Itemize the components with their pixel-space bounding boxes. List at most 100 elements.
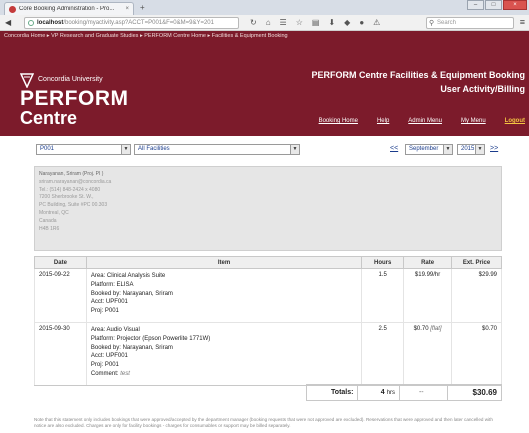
item-area: Area: Clinical Analysis Suite xyxy=(90,273,166,279)
address-line: sriram.narayanan@concordia.ca xyxy=(39,178,112,185)
account-value: P001 xyxy=(40,146,55,152)
row-rate: $0.70 [flat] xyxy=(403,322,453,386)
concordia-logo-icon xyxy=(20,73,34,88)
facility-value: All Facilities xyxy=(138,146,170,152)
university-name: Concordia University xyxy=(38,76,103,83)
download-icon[interactable]: ⬇ xyxy=(328,18,335,27)
search-input[interactable]: ⚲ Search xyxy=(426,17,514,29)
item-acct: Acct: UPF001 xyxy=(90,353,128,360)
item-booked-by: Booked by: Narayanan, Sriram xyxy=(90,344,173,351)
column-header-ext-price: Ext. Price xyxy=(451,256,502,269)
menu-icon[interactable]: ≡ xyxy=(520,17,525,27)
row-date: 2015-09-22 xyxy=(34,268,87,323)
close-window-button[interactable]: × xyxy=(503,0,527,10)
row-ext-price: $29.99 xyxy=(451,268,502,323)
footnote: Note that this statement only includes b… xyxy=(34,417,493,428)
row-date: 2015-09-30 xyxy=(34,322,87,386)
month-value: September xyxy=(409,146,439,152)
site-header: Concordia University PERFORM Centre PERF… xyxy=(0,50,529,136)
bookmark-star-icon[interactable]: ☆ xyxy=(296,18,303,27)
header-nav: Booking Home Help Admin Menu My Menu Log… xyxy=(319,118,525,124)
browser-tabstrip: Core Booking Administration - Pro... × +… xyxy=(0,0,529,15)
item-proj: Proj: P001 xyxy=(90,308,119,315)
row-item: Area: Audio Visual Platform: Projector (… xyxy=(85,322,363,386)
logo-centre: Centre xyxy=(20,108,78,128)
browser-toolbar: ↻ ⌂ ☰ ☆ ▤ ⬇ ◆ ● ⚠ xyxy=(250,18,380,27)
row-rate: $19.99/hr xyxy=(403,268,453,323)
column-header-rate: Rate xyxy=(403,256,453,269)
home-icon[interactable]: ⌂ xyxy=(266,18,271,27)
totals-hours-unit: hrs xyxy=(386,389,396,396)
table-header-row: Date Item Hours Rate Ext. Price xyxy=(34,256,502,269)
item-comment: Comment: test xyxy=(91,370,357,379)
address-line: Tel.: (514) 848-2424 x 4080 xyxy=(39,186,101,193)
table-row: 2015-09-22 Area: Clinical Analysis Suite… xyxy=(34,268,502,323)
address-line: PC Building, Suite #PC 00.303 xyxy=(39,202,108,209)
chevron-down-icon: ▼ xyxy=(443,145,452,154)
totals-hours: 4 hrs xyxy=(358,385,401,400)
my-menu-link[interactable]: My Menu xyxy=(461,118,486,124)
totals-ext-price: $30.69 xyxy=(472,388,497,397)
totals-label: Totals: xyxy=(307,385,359,400)
totals-rate: -- xyxy=(400,385,448,400)
search-placeholder: Search xyxy=(437,20,457,26)
reload-icon[interactable]: ↻ xyxy=(250,18,257,27)
warning-icon[interactable]: ⚠ xyxy=(373,18,380,27)
address-line: 7200 Sherbrooke St. W., xyxy=(39,194,94,201)
back-icon[interactable]: ◀ xyxy=(5,18,11,27)
item-booked-by: Booked by: Narayanan, Sriram xyxy=(90,290,173,297)
chevron-down-icon: ▼ xyxy=(121,145,130,154)
header-top-band: Concordia Home ▸ VP Research and Graduat… xyxy=(0,31,529,50)
browser-tab[interactable]: Core Booking Administration - Pro... × xyxy=(4,2,134,15)
row-item: Area: Clinical Analysis Suite Platform: … xyxy=(85,268,363,323)
table-row: 2015-09-30 Area: Audio Visual Platform: … xyxy=(34,322,502,386)
year-select[interactable]: 2015 ▼ xyxy=(457,144,485,155)
account-select[interactable]: P001 ▼ xyxy=(36,144,131,155)
address-line: Canada xyxy=(39,217,57,224)
admin-menu-link[interactable]: Admin Menu xyxy=(408,118,442,124)
site-info-icon[interactable] xyxy=(28,20,34,26)
new-tab-button[interactable]: + xyxy=(140,3,145,12)
billing-table: Date Item Hours Rate Ext. Price 2015-09-… xyxy=(34,256,502,386)
minimize-button[interactable]: – xyxy=(467,0,484,10)
comment-label: Comment: xyxy=(90,370,119,377)
next-month-link[interactable]: >> xyxy=(490,145,498,152)
item-proj: Proj: P001 xyxy=(90,362,119,369)
totals-hours-value: 4 xyxy=(380,389,385,396)
column-header-hours: Hours xyxy=(361,256,405,269)
totals-row: Totals: 4 hrs -- $30.69 xyxy=(306,384,502,401)
billing-address: Narayanan, Sriram (Proj. PI ) sriram.nar… xyxy=(34,166,502,251)
address-line: Montreal, QC xyxy=(39,209,69,216)
rate-note: [flat] xyxy=(430,325,442,332)
favicon-icon xyxy=(9,5,16,13)
url-host: localhost xyxy=(37,20,64,26)
item-acct: Acct: UPF001 xyxy=(90,299,128,306)
rate-value: $0.70 xyxy=(413,325,429,332)
year-value: 2015 xyxy=(461,146,475,152)
item-platform: Platform: Projector (Epson Powerlite 177… xyxy=(90,335,211,342)
row-hours: 1.5 xyxy=(361,268,405,323)
addon-icon[interactable]: ● xyxy=(359,18,364,27)
booking-home-link[interactable]: Booking Home xyxy=(319,118,358,124)
extension-icon[interactable]: ◆ xyxy=(344,18,350,27)
address-line: H4B 1R6 xyxy=(39,225,60,232)
address-line: Narayanan, Sriram (Proj. PI ) xyxy=(39,171,104,177)
reader-icon[interactable]: ▤ xyxy=(312,18,320,27)
tab-close-icon[interactable]: × xyxy=(125,6,129,12)
address-bar[interactable]: localhost/booking/myactivity.asp?ACCT=P0… xyxy=(24,17,239,29)
facility-select[interactable]: All Facilities ▼ xyxy=(134,144,300,155)
filter-row: P001 ▼ All Facilities ▼ << September ▼ 2… xyxy=(36,144,501,158)
prev-month-link[interactable]: << xyxy=(390,145,398,152)
window-controls: – □ × xyxy=(467,0,527,10)
comment-value: test xyxy=(120,370,130,377)
item-platform: Platform: ELISA xyxy=(90,281,134,288)
logout-link[interactable]: Logout xyxy=(505,118,525,124)
month-select[interactable]: September ▼ xyxy=(405,144,453,155)
search-icon: ⚲ xyxy=(429,20,435,27)
page-title: PERFORM Centre Facilities & Equipment Bo… xyxy=(311,70,525,80)
breadcrumb[interactable]: Concordia Home ▸ VP Research and Graduat… xyxy=(4,33,288,39)
tab-title: Core Booking Administration - Pro... xyxy=(19,6,115,12)
help-link[interactable]: Help xyxy=(377,118,389,124)
maximize-button[interactable]: □ xyxy=(485,0,502,10)
rss-icon[interactable]: ☰ xyxy=(280,18,287,27)
